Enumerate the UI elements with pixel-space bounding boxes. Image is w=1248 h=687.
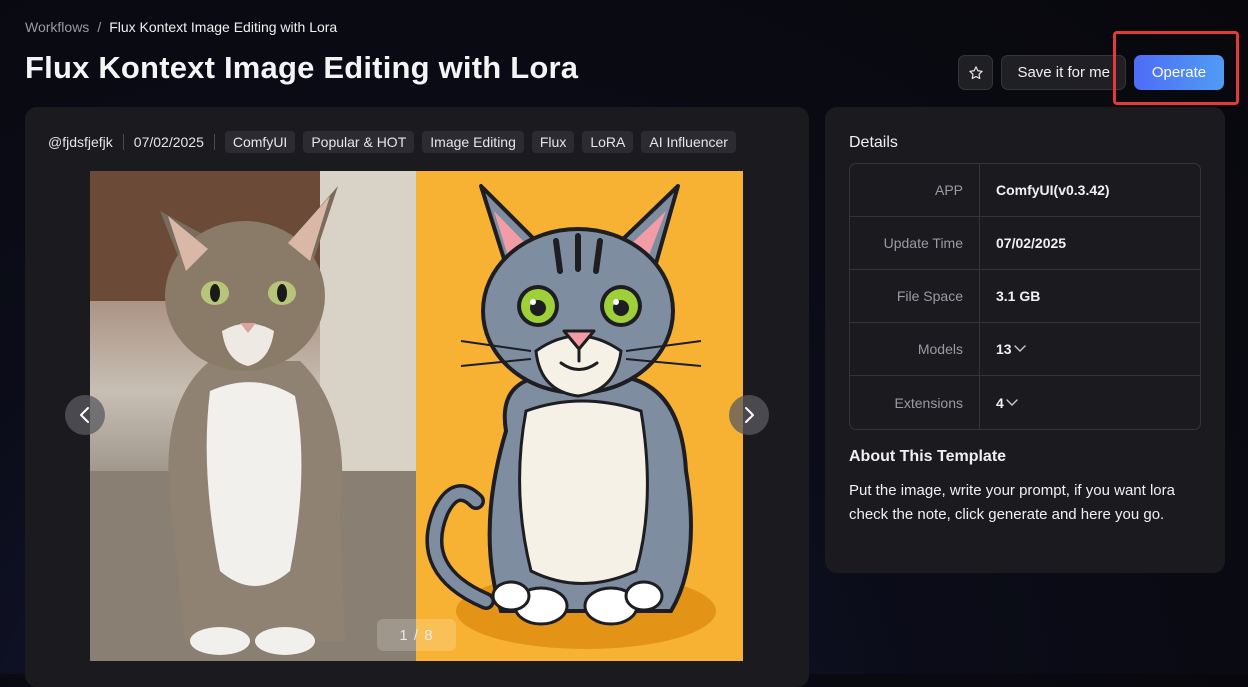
tag-flux[interactable]: Flux	[531, 131, 575, 153]
detail-key: Extensions	[850, 376, 980, 429]
meta-row: @fjdsfjefjk 07/02/2025 ComfyUI Popular &…	[48, 131, 736, 153]
detail-key: Update Time	[850, 217, 980, 269]
about-description: Put the image, write your prompt, if you…	[849, 482, 1175, 523]
meta-divider	[213, 134, 215, 150]
save-it-for-me-button[interactable]: Save it for me	[1001, 55, 1126, 90]
detail-value: 07/02/2025	[980, 217, 1200, 269]
detail-row-models: Models 13	[850, 323, 1200, 376]
models-count-value: 13	[996, 341, 1012, 357]
author-link[interactable]: @fjdsfjefjk	[48, 134, 113, 150]
update-time-value: 07/02/2025	[996, 235, 1067, 251]
models-expand-toggle[interactable]: 13	[980, 323, 1200, 375]
detail-row-file-space: File Space 3.1 GB	[850, 270, 1200, 323]
details-card: Details APP ComfyUI(v0.3.42) Update Time…	[825, 107, 1225, 573]
publish-date: 07/02/2025	[133, 134, 204, 150]
image-carousel	[90, 171, 743, 661]
detail-value: ComfyUI(v0.3.42)	[980, 164, 1200, 216]
header-actions: Save it for me Operate	[958, 55, 1224, 90]
tag-comfyui[interactable]: ComfyUI	[224, 131, 296, 153]
carousel-counter: 1 / 8	[377, 619, 456, 651]
breadcrumb-separator: /	[97, 19, 102, 35]
carousel-next-button[interactable]	[729, 395, 769, 435]
preview-card: @fjdsfjefjk 07/02/2025 ComfyUI Popular &…	[25, 107, 809, 687]
meta-divider	[122, 134, 124, 150]
breadcrumb: Workflows / Flux Kontext Image Editing w…	[25, 19, 337, 35]
page-title: Flux Kontext Image Editing with Lora	[25, 50, 579, 85]
tag-popular-hot[interactable]: Popular & HOT	[303, 131, 415, 153]
file-space-value: 3.1 GB	[996, 288, 1041, 304]
tag-image-editing[interactable]: Image Editing	[422, 131, 524, 153]
detail-key: Models	[850, 323, 980, 375]
detail-key: APP	[850, 164, 980, 216]
breadcrumb-current: Flux Kontext Image Editing with Lora	[109, 19, 338, 35]
operate-button[interactable]: Operate	[1134, 55, 1224, 90]
star-icon	[969, 65, 983, 79]
detail-row-update-time: Update Time 07/02/2025	[850, 217, 1200, 270]
chevron-down-icon	[1006, 398, 1018, 406]
details-title: Details	[849, 134, 898, 151]
tag-ai-influencer[interactable]: AI Influencer	[641, 131, 736, 153]
chevron-left-icon	[80, 407, 89, 423]
app-version-value: ComfyUI(v0.3.42)	[996, 182, 1110, 198]
extensions-count-value: 4	[996, 394, 1004, 411]
about-title: About This Template	[849, 448, 1007, 465]
detail-row-app: APP ComfyUI(v0.3.42)	[850, 164, 1200, 217]
favorite-button[interactable]	[958, 55, 994, 90]
tag-lora[interactable]: LoRA	[582, 131, 634, 153]
extensions-expand-toggle[interactable]: 4	[980, 376, 1200, 429]
chevron-right-icon	[745, 407, 754, 423]
detail-key: File Space	[850, 270, 980, 322]
breadcrumb-workflows-link[interactable]: Workflows	[25, 19, 89, 35]
details-table: APP ComfyUI(v0.3.42) Update Time 07/02/2…	[849, 163, 1201, 430]
cartoon-cat-illustration	[416, 171, 743, 661]
detail-value: 3.1 GB	[980, 270, 1200, 322]
original-cat-photo	[90, 171, 416, 661]
carousel-prev-button[interactable]	[65, 395, 105, 435]
detail-row-extensions: Extensions 4	[850, 376, 1200, 429]
chevron-down-icon	[1013, 345, 1026, 352]
